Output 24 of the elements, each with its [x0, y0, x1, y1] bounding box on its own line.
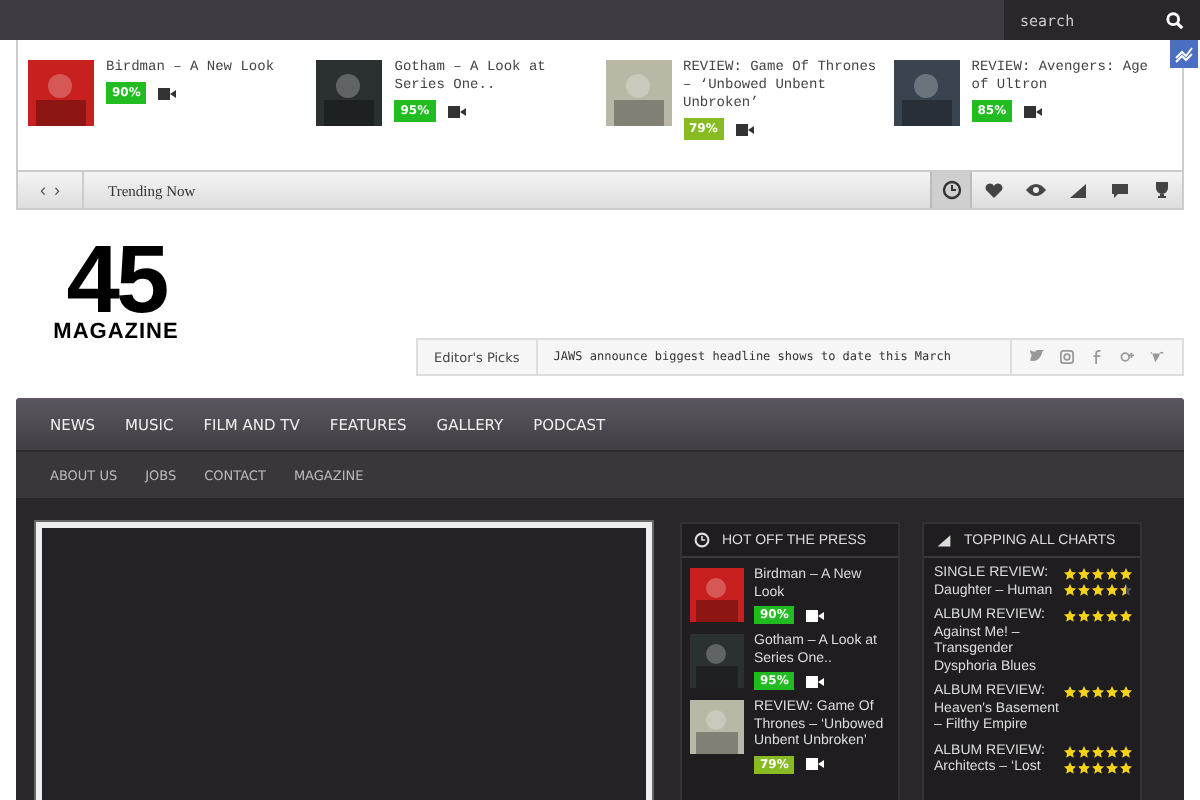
- chat-icon: [1109, 180, 1129, 200]
- video-camera-icon: [806, 675, 825, 687]
- instagram-icon[interactable]: [1060, 350, 1074, 364]
- trophy-icon: [1151, 180, 1171, 200]
- video-camera-icon: [447, 105, 466, 117]
- googleplus-icon[interactable]: [1120, 350, 1134, 364]
- search-icon: [1166, 12, 1184, 30]
- next-button[interactable]: ›: [50, 180, 64, 200]
- previous-button[interactable]: ‹: [36, 180, 50, 200]
- clock-tab[interactable]: [930, 172, 972, 208]
- eye-icon: [1025, 180, 1045, 200]
- twitter-icon[interactable]: [1030, 350, 1044, 364]
- video-camera-icon: [806, 758, 825, 770]
- video-camera-icon: [158, 87, 177, 99]
- heart-icon: [983, 180, 1003, 200]
- video-camera-icon: [806, 609, 825, 621]
- video-camera-icon: [735, 123, 754, 135]
- clock-icon: [694, 532, 710, 548]
- video-camera-icon: [1024, 105, 1043, 117]
- signal-icon: [1067, 180, 1087, 200]
- signal-icon: [936, 532, 952, 548]
- vimeo-icon[interactable]: [1150, 350, 1164, 364]
- clock-icon: [941, 180, 961, 200]
- facebook-icon[interactable]: [1090, 350, 1104, 364]
